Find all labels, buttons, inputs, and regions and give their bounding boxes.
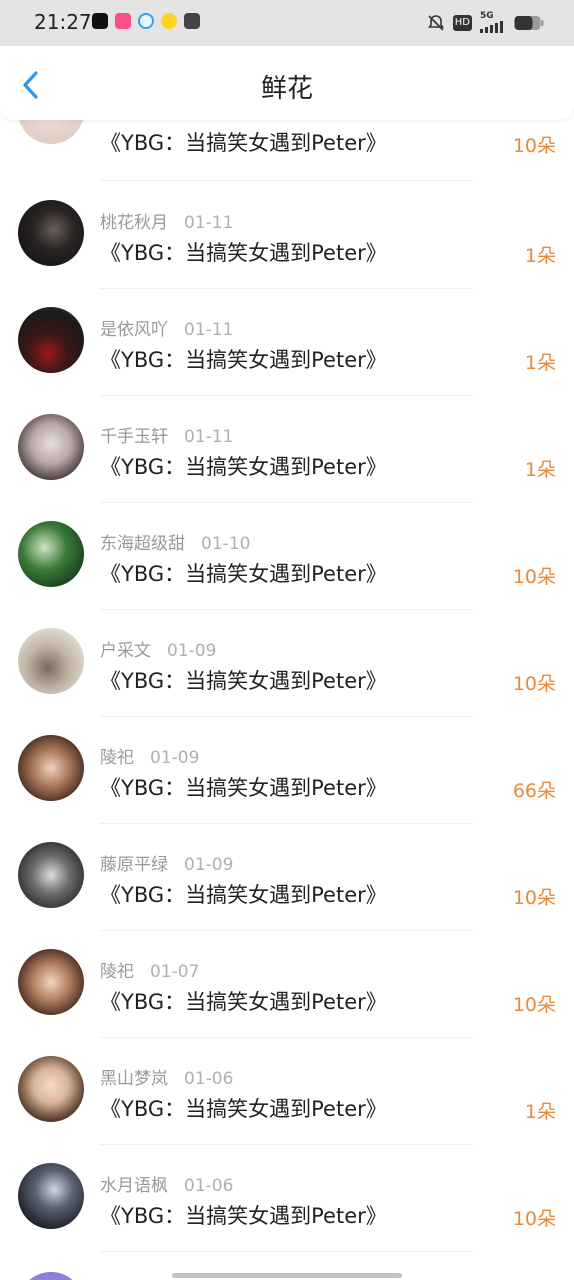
avatar[interactable] <box>18 949 84 1015</box>
record-date: 01-11 <box>184 213 234 233</box>
browser-icon <box>138 13 154 29</box>
status-bar: 21:27 HD 5G <box>0 0 574 46</box>
status-time: 21:27 <box>34 10 92 34</box>
flower-count: 1朵 <box>524 352 556 374</box>
record-meta: 户采文 01-09 <box>100 636 216 661</box>
flower-count: 10朵 <box>512 994 556 1016</box>
list-item[interactable]: 黑山梦岚 01-06 《YBG：当搞笑女遇到Peter》 1朵 <box>0 1038 574 1145</box>
avatar[interactable] <box>18 414 84 480</box>
record-date: 01-11 <box>184 320 234 340</box>
flower-count: 10朵 <box>512 135 556 157</box>
list-item[interactable]: 东海超级甜 01-10 《YBG：当搞笑女遇到Peter》 10朵 <box>0 503 574 610</box>
work-title: 《YBG：当搞笑女遇到Peter》 <box>100 669 387 693</box>
avatar[interactable] <box>18 120 84 144</box>
user-name: 陵祀 <box>100 962 134 982</box>
user-name: 东海超级甜 <box>100 534 185 554</box>
network-label: 5G <box>480 11 494 21</box>
divider <box>100 180 474 181</box>
record-date: 01-09 <box>167 641 217 661</box>
divider <box>100 1251 474 1252</box>
flower-count: 10朵 <box>512 887 556 909</box>
user-name: 藤原平绿 <box>100 855 168 875</box>
user-name: 千手玉轩 <box>100 427 168 447</box>
list-item[interactable]: 藤原平绿 01-09 《YBG：当搞笑女遇到Peter》 10朵 <box>0 824 574 931</box>
record-meta: 藤原平绿 01-09 <box>100 850 233 875</box>
list-item[interactable]: 陵祀 01-07 《YBG：当搞笑女遇到Peter》 10朵 <box>0 931 574 1038</box>
user-name: 户采文 <box>100 641 151 661</box>
avatar[interactable] <box>18 521 84 587</box>
avatar[interactable] <box>18 1163 84 1229</box>
user-name: 黑山梦岚 <box>100 1069 168 1089</box>
page-title: 鲜花 <box>260 74 313 104</box>
avatar[interactable] <box>18 628 84 694</box>
avatar[interactable] <box>18 1056 84 1122</box>
list-item[interactable]: 千手玉轩 01-11 《YBG：当搞笑女遇到Peter》 1朵 <box>0 396 574 503</box>
avatar[interactable] <box>18 307 84 373</box>
record-meta: 陵祀 01-07 <box>100 957 199 982</box>
user-name: 陵祀 <box>100 748 134 768</box>
record-date: 01-10 <box>201 534 251 554</box>
avatar[interactable] <box>18 1272 84 1280</box>
system-status: HD 5G <box>427 12 544 33</box>
hd-icon: HD <box>452 14 472 31</box>
avatar[interactable] <box>18 842 84 908</box>
tiktok-icon <box>92 13 108 29</box>
flower-count: 1朵 <box>524 245 556 267</box>
app-icon <box>161 13 177 29</box>
work-title: 《YBG：当搞笑女遇到Peter》 <box>100 131 387 155</box>
flower-count: 10朵 <box>512 673 556 695</box>
flower-count: 1朵 <box>524 1101 556 1123</box>
list-item[interactable]: 《YBG：当搞笑女遇到Peter》 10朵 <box>0 120 574 181</box>
music-app-icon <box>115 13 131 29</box>
record-date: 01-07 <box>150 962 200 982</box>
battery-icon <box>514 15 544 30</box>
work-title: 《YBG：当搞笑女遇到Peter》 <box>100 883 387 907</box>
nav-header: 鲜花 <box>0 46 574 120</box>
user-name: 是依风吖 <box>100 320 168 340</box>
record-meta: 桃花秋月 01-11 <box>100 208 233 233</box>
flower-count: 10朵 <box>512 566 556 588</box>
list-item[interactable]: 水月语枫 01-06 《YBG：当搞笑女遇到Peter》 10朵 <box>0 1145 574 1252</box>
user-name: 桃花秋月 <box>100 213 168 233</box>
record-meta: 水月语枫 01-06 <box>100 1171 233 1196</box>
flower-count: 66朵 <box>512 780 556 802</box>
record-meta: 陵祀 01-09 <box>100 743 199 768</box>
work-title: 《YBG：当搞笑女遇到Peter》 <box>100 241 387 265</box>
avatar[interactable] <box>18 200 84 266</box>
list-item[interactable]: 户采文 01-09 《YBG：当搞笑女遇到Peter》 10朵 <box>0 610 574 717</box>
flower-count: 10朵 <box>512 1208 556 1230</box>
list-item[interactable]: 是依风吖 01-11 《YBG：当搞笑女遇到Peter》 1朵 <box>0 289 574 396</box>
record-date: 01-11 <box>184 427 234 447</box>
work-title: 《YBG：当搞笑女遇到Peter》 <box>100 348 387 372</box>
work-title: 《YBG：当搞笑女遇到Peter》 <box>100 455 387 479</box>
list-item[interactable]: 陵祀 01-09 《YBG：当搞笑女遇到Peter》 66朵 <box>0 717 574 824</box>
message-app-icon <box>184 13 200 29</box>
record-date: 01-09 <box>150 748 200 768</box>
record-date: 01-09 <box>184 855 234 875</box>
list-item[interactable]: 桃花秋月 01-11 《YBG：当搞笑女遇到Peter》 1朵 <box>0 182 574 289</box>
record-meta: 东海超级甜 01-10 <box>100 529 250 554</box>
record-meta: 是依风吖 01-11 <box>100 315 233 340</box>
avatar[interactable] <box>18 735 84 801</box>
work-title: 《YBG：当搞笑女遇到Peter》 <box>100 776 387 800</box>
record-meta: 千手玉轩 01-11 <box>100 422 233 447</box>
record-date: 01-06 <box>184 1069 234 1089</box>
record-date: 01-06 <box>184 1176 234 1196</box>
notification-icons <box>92 13 200 29</box>
work-title: 《YBG：当搞笑女遇到Peter》 <box>100 1204 387 1228</box>
flower-list[interactable]: 《YBG：当搞笑女遇到Peter》 10朵 桃花秋月 01-11 《YBG：当搞笑… <box>0 120 574 1280</box>
work-title: 《YBG：当搞笑女遇到Peter》 <box>100 1097 387 1121</box>
home-indicator[interactable] <box>172 1273 402 1278</box>
record-meta: 黑山梦岚 01-06 <box>100 1064 233 1089</box>
bell-off-icon <box>427 14 444 31</box>
work-title: 《YBG：当搞笑女遇到Peter》 <box>100 562 387 586</box>
5g-signal-icon: 5G <box>480 12 506 33</box>
flower-count: 1朵 <box>524 459 556 481</box>
work-title: 《YBG：当搞笑女遇到Peter》 <box>100 990 387 1014</box>
user-name: 水月语枫 <box>100 1176 168 1196</box>
